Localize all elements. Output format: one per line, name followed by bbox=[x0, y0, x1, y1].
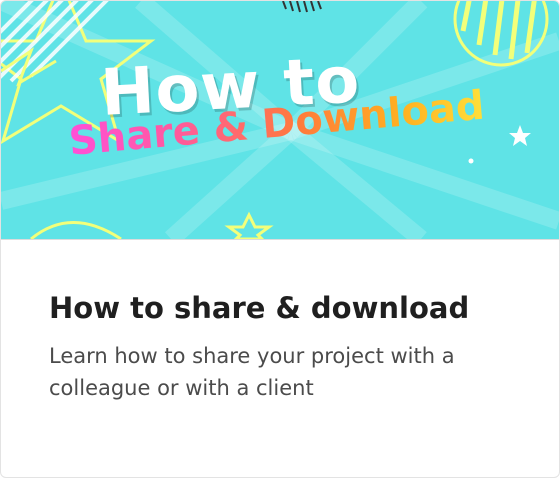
card-description: Learn how to share your project with a c… bbox=[49, 344, 455, 400]
card-title[interactable]: How to share & download bbox=[49, 290, 511, 326]
card-body: How to share & download Learn how to sha… bbox=[1, 240, 559, 404]
tutorial-card[interactable]: How to Share & Download How to share & d… bbox=[0, 0, 560, 478]
tutorial-thumbnail: How to Share & Download bbox=[1, 1, 559, 240]
